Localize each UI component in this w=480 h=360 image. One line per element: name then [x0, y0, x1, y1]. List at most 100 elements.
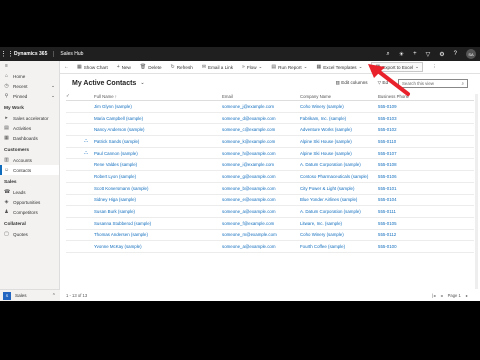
app-launcher-icon[interactable]: ⋮⋮	[0, 47, 14, 61]
table-row[interactable]: Maria Campbell (sample) someone_d@example…	[66, 113, 474, 125]
email-link[interactable]: someone_a@example.com	[222, 209, 300, 214]
phone-link[interactable]: 555-0110	[378, 139, 438, 144]
table-row[interactable]: Yvonne McKay (sample) someone_a@example.c…	[66, 241, 474, 253]
phone-link[interactable]: 555-0102	[378, 127, 438, 132]
company-link[interactable]: Alpine Ski House (sample)	[300, 139, 378, 144]
sidebar-item-pinned[interactable]: ⚲ Pinned ⌄	[0, 91, 59, 101]
phone-link[interactable]: 555-0107	[378, 151, 438, 156]
email-link[interactable]: someone_h@example.com	[222, 151, 300, 156]
company-link[interactable]: Fourth Coffee (sample)	[300, 244, 378, 249]
company-link[interactable]: Contoso Pharmaceuticals (sample)	[300, 174, 378, 179]
help-icon[interactable]: ?	[454, 51, 457, 57]
sidebar-item-dashboards[interactable]: ▦ Dashboards	[0, 133, 59, 143]
company-link[interactable]: City Power & Light (sample)	[300, 186, 378, 191]
sidebar-item-quotes[interactable]: ▢ Quotes	[0, 229, 59, 239]
email-link[interactable]: someone_b@example.com	[222, 186, 300, 191]
contact-name-link[interactable]: Thomas Andersen (sample)	[94, 232, 222, 237]
company-link[interactable]: Fabrikam, Inc. (sample)	[300, 116, 378, 121]
company-link[interactable]: A. Datum Corporation (sample)	[300, 162, 378, 167]
company-link[interactable]: A. Datum Corporation (sample)	[300, 209, 378, 214]
email-link[interactable]: someone_e@example.com	[222, 197, 300, 202]
company-link[interactable]: Coho Winery (sample)	[300, 232, 378, 237]
column-header-name[interactable]: Full Name ↑	[94, 94, 222, 99]
phone-link[interactable]: 555-0106	[378, 174, 438, 179]
excel-templates-button[interactable]: ▦ Excel Templates ⌄	[316, 64, 362, 70]
phone-link[interactable]: 555-0109	[378, 104, 438, 109]
chevron-down-icon[interactable]: ⌄	[51, 83, 59, 89]
phone-link[interactable]: 555-0103	[378, 116, 438, 121]
select-all-checkbox[interactable]: ✓	[66, 93, 78, 99]
search-icon[interactable]: ⌕	[386, 51, 389, 58]
edit-filters-button[interactable]: ▽ Ed	[378, 80, 388, 86]
email-link[interactable]: someone_k@example.com	[222, 139, 300, 144]
column-header-company[interactable]: Company Name	[300, 94, 378, 99]
contact-name-link[interactable]: Patrick Sands (sample)	[94, 139, 222, 144]
chevron-down-icon[interactable]: ⌄	[304, 64, 308, 70]
search-input[interactable]: Search this view ⌕	[398, 78, 468, 88]
sidebar-item-opportunities[interactable]: ◈ Opportunities	[0, 197, 59, 207]
column-header-email[interactable]: Email	[222, 94, 300, 99]
more-commands-icon[interactable]: ⋮	[432, 64, 437, 70]
scrollbar[interactable]	[475, 94, 478, 289]
phone-link[interactable]: 555-0105	[378, 221, 438, 226]
table-row[interactable]: Susan Burk (sample) someone_a@example.com…	[66, 206, 474, 218]
sidebar-item-sales-accelerator[interactable]: ▸ Sales accelerator	[0, 113, 59, 123]
phone-link[interactable]: 555-0100	[378, 244, 438, 249]
area-switcher[interactable]: S Sales ⌃	[0, 289, 60, 301]
plus-icon[interactable]: +	[413, 51, 417, 57]
table-row[interactable]: Robert Lyon (sample) someone_g@example.co…	[66, 171, 474, 183]
table-row[interactable]: Nancy Anderson (sample) someone_c@example…	[66, 124, 474, 137]
table-row[interactable]: ⛬ Patrick Sands (sample) someone_k@example…	[66, 136, 474, 148]
email-a-link-button[interactable]: ✉ Email a Link	[202, 64, 233, 70]
refresh-button[interactable]: ↻ Refresh	[171, 64, 193, 70]
company-link[interactable]: Adventure Works (sample)	[300, 127, 378, 132]
phone-link[interactable]: 555-0108	[378, 162, 438, 167]
chevron-down-icon[interactable]: ⌄	[140, 80, 144, 86]
contact-name-link[interactable]: Maria Campbell (sample)	[94, 116, 222, 121]
chevron-down-icon[interactable]: ⌄	[259, 64, 263, 70]
email-link[interactable]: someone_d@example.com	[222, 116, 300, 121]
new-button[interactable]: + New	[117, 64, 131, 70]
table-row[interactable]: Thomas Andersen (sample) someone_m@exampl…	[66, 230, 474, 242]
sidebar-item-recent[interactable]: ◷ Recent ⌄	[0, 81, 59, 91]
chevron-down-icon[interactable]: ⌄	[415, 64, 419, 70]
previous-page-icon[interactable]: ◂	[441, 293, 443, 298]
contact-name-link[interactable]: Robert Lyon (sample)	[94, 174, 222, 179]
app-name[interactable]: Dynamics 365	[14, 51, 55, 57]
table-row[interactable]: ⛬ Paul Cannon (sample) someone_h@example.c…	[66, 148, 474, 160]
sidebar-item-accounts[interactable]: ▥ Accounts	[0, 155, 59, 165]
gear-icon[interactable]: ⚙	[439, 51, 444, 58]
sidebar-collapse[interactable]: ≡	[0, 61, 59, 71]
contact-name-link[interactable]: Susan Burk (sample)	[94, 209, 222, 214]
view-title[interactable]: My Active Contacts	[72, 80, 136, 87]
next-page-icon[interactable]: ▸	[466, 293, 468, 298]
table-row[interactable]: Susanna Stubberod (sample) someone_f@exam…	[66, 218, 474, 230]
hamburger-icon[interactable]: ≡	[4, 63, 9, 69]
company-link[interactable]: Alpine Ski House (sample)	[300, 151, 378, 156]
delete-button[interactable]: 🗑 Delete	[140, 64, 162, 70]
contact-name-link[interactable]: Rene Valdes (sample)	[94, 162, 222, 167]
phone-link[interactable]: 555-0101	[378, 186, 438, 191]
phone-link[interactable]: 555-0104	[378, 197, 438, 202]
table-row[interactable]: Scott Konersmann (sample) someone_b@examp…	[66, 183, 474, 195]
table-row[interactable]: Rene Valdes (sample) someone_i@example.co…	[66, 159, 474, 172]
contact-name-link[interactable]: Yvonne McKay (sample)	[94, 244, 222, 249]
phone-link[interactable]: 555-0112	[378, 232, 438, 237]
phone-link[interactable]: 555-0111	[378, 209, 438, 214]
chevron-down-icon[interactable]: ⌄	[359, 64, 363, 70]
run-report-button[interactable]: ▤ Run Report ⌄	[271, 64, 307, 70]
hierarchy-icon[interactable]: ⛬	[78, 138, 94, 144]
flow-button[interactable]: » Flow ⌄	[242, 64, 262, 70]
sidebar-item-competitors[interactable]: ♟ Competitors	[0, 207, 59, 217]
contact-name-link[interactable]: Sidney Higa (sample)	[94, 197, 222, 202]
chevron-down-icon[interactable]: ⌄	[51, 93, 59, 99]
sidebar-item-home[interactable]: ⌂ Home	[0, 71, 59, 81]
email-link[interactable]: someone_g@example.com	[222, 174, 300, 179]
company-link[interactable]: Blue Yonder Airlines (sample)	[300, 197, 378, 202]
first-page-icon[interactable]: |◂	[432, 293, 435, 298]
lightbulb-icon[interactable]: ☀	[399, 51, 404, 58]
contact-name-link[interactable]: Scott Konersmann (sample)	[94, 186, 222, 191]
company-link[interactable]: Coho Winery (sample)	[300, 104, 378, 109]
email-link[interactable]: someone_m@example.com	[222, 232, 300, 237]
sidebar-item-leads[interactable]: ☎ Leads	[0, 187, 59, 197]
